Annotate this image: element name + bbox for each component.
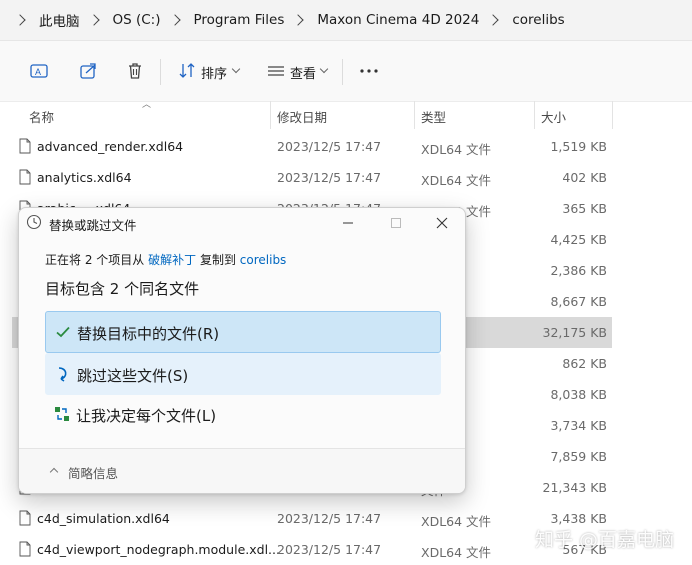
file-type: XDL64 文件	[421, 173, 492, 188]
chevron-right-icon	[487, 14, 500, 26]
copy-status-text: 正在将 2 个项目从 破解补丁 复制到 corelibs	[45, 251, 286, 268]
file-size: 4,425 KB	[550, 232, 607, 247]
file-row[interactable]: advanced_render.xdl64 2023/12/5 17:47 XDL6…	[12, 131, 612, 162]
column-size[interactable]: 大小	[541, 107, 566, 126]
source-folder-link[interactable]: 破解补丁	[148, 253, 196, 267]
file-size: 1,519 KB	[550, 139, 607, 154]
file-row[interactable]: c4d_simulation.xdl64 2023/12/5 17:47 XDL64…	[12, 503, 612, 534]
file-size: 21,343 KB	[542, 480, 607, 495]
clock-icon	[26, 214, 42, 230]
copy-status-prefix: 正在将 2 个项目从	[45, 253, 145, 267]
chevron-down-icon	[231, 64, 241, 74]
column-divider[interactable]	[414, 101, 415, 129]
chevron-right-icon	[168, 14, 181, 26]
breadcrumb-item-program-files[interactable]: Program Files	[194, 12, 285, 28]
sort-label[interactable]: 排序	[201, 63, 227, 82]
file-date: 2023/12/5 17:47	[277, 170, 382, 185]
file-size: 7,859 KB	[550, 449, 607, 464]
dialog-footer: 简略信息	[19, 448, 465, 493]
file-date: 2023/12/5 17:47	[277, 139, 382, 154]
breadcrumb-item-corelibs[interactable]: corelibs	[512, 12, 564, 28]
file-row[interactable]: c4d_viewport_nodegraph.module.xdl... 2023…	[12, 534, 612, 565]
rename-icon[interactable]: A	[29, 61, 49, 81]
file-size: 365 KB	[562, 201, 607, 216]
toolbar-divider	[160, 59, 161, 85]
file-icon	[19, 541, 31, 557]
view-label[interactable]: 查看	[290, 63, 316, 82]
file-size: 3,438 KB	[550, 511, 607, 526]
skip-arrow-icon	[58, 367, 67, 382]
file-size: 2,386 KB	[550, 263, 607, 278]
share-icon[interactable]	[78, 61, 98, 81]
skip-files-label: 跳过这些文件(S)	[77, 367, 189, 385]
close-icon[interactable]	[431, 212, 453, 234]
chevron-up-icon[interactable]	[49, 467, 59, 477]
file-name: analytics.xdl64	[37, 170, 132, 185]
file-size: 3,734 KB	[550, 418, 607, 433]
chevron-right-icon	[292, 14, 305, 26]
file-type: XDL64 文件	[421, 545, 492, 560]
file-row[interactable]: analytics.xdl64 2023/12/5 17:47 XDL64 文件 40…	[12, 162, 612, 193]
replace-or-skip-dialog: 替换或跳过文件 正在将 2 个项目从 破解补丁 复制到 corelibs 目标包…	[18, 207, 466, 494]
command-bar: A 排序 查看	[0, 41, 692, 102]
column-date[interactable]: 修改日期	[277, 107, 327, 126]
copy-status-mid: 复制到	[199, 253, 236, 267]
view-icon[interactable]	[266, 61, 286, 81]
breadcrumb: 此电脑 OS (C:) Program Files Maxon Cinema 4…	[0, 0, 692, 41]
column-divider[interactable]	[270, 101, 271, 129]
column-divider[interactable]	[612, 101, 613, 129]
maximize-icon	[391, 218, 401, 228]
toolbar-divider	[342, 59, 343, 85]
file-name: c4d_simulation.xdl64	[37, 511, 170, 526]
chevron-down-icon	[319, 64, 329, 74]
file-size: 402 KB	[562, 170, 607, 185]
breadcrumb-item-maxon[interactable]: Maxon Cinema 4D 2024	[317, 12, 479, 28]
replace-files-label: 替换目标中的文件(R)	[77, 325, 220, 343]
file-icon	[19, 510, 31, 526]
column-name[interactable]: 名称	[29, 107, 54, 126]
file-name: c4d_viewport_nodegraph.module.xdl...	[37, 542, 280, 557]
file-size: 32,175 KB	[542, 325, 607, 340]
checkmark-icon	[56, 326, 70, 338]
dialog-heading: 目标包含 2 个同名文件	[45, 280, 200, 298]
file-date: 2023/12/5 17:47	[277, 511, 382, 526]
compare-files-icon	[55, 407, 69, 421]
fewer-details-toggle[interactable]: 简略信息	[68, 463, 118, 482]
breadcrumb-item-drive[interactable]: OS (C:)	[113, 12, 161, 28]
sort-icon[interactable]	[177, 61, 197, 81]
file-icon	[19, 138, 31, 154]
more-options-icon[interactable]	[359, 61, 379, 81]
minimize-icon[interactable]	[337, 212, 359, 234]
file-size: 8,667 KB	[550, 294, 607, 309]
file-name: advanced_render.xdl64	[37, 139, 184, 154]
decide-each-file-label: 让我决定每个文件(L)	[76, 407, 217, 425]
chevron-right-icon	[87, 14, 100, 26]
watermark-text: 知乎 @百嘉电脑	[534, 529, 674, 551]
breadcrumb-item-this-pc[interactable]: 此电脑	[39, 10, 80, 30]
file-size: 8,038 KB	[550, 387, 607, 402]
replace-files-option[interactable]: 替换目标中的文件(R)	[45, 311, 441, 353]
column-type[interactable]: 类型	[421, 107, 446, 126]
file-date: 2023/12/5 17:47	[277, 542, 382, 557]
column-header: ︿ 名称 修改日期 类型 大小	[0, 100, 692, 131]
file-icon	[19, 169, 31, 185]
file-type: XDL64 文件	[421, 514, 492, 529]
file-size: 862 KB	[562, 356, 607, 371]
file-type: XDL64 文件	[421, 142, 492, 157]
column-divider[interactable]	[534, 101, 535, 129]
destination-folder-link[interactable]: corelibs	[240, 253, 287, 267]
svg-text:A: A	[35, 67, 41, 77]
sort-ascending-icon: ︿	[142, 100, 152, 110]
decide-each-file-option[interactable]: 让我决定每个文件(L)	[45, 394, 439, 434]
skip-files-option[interactable]: 跳过这些文件(S)	[45, 353, 441, 395]
chevron-right-icon	[14, 14, 26, 26]
delete-icon[interactable]	[125, 61, 145, 81]
dialog-title: 替换或跳过文件	[49, 218, 137, 233]
